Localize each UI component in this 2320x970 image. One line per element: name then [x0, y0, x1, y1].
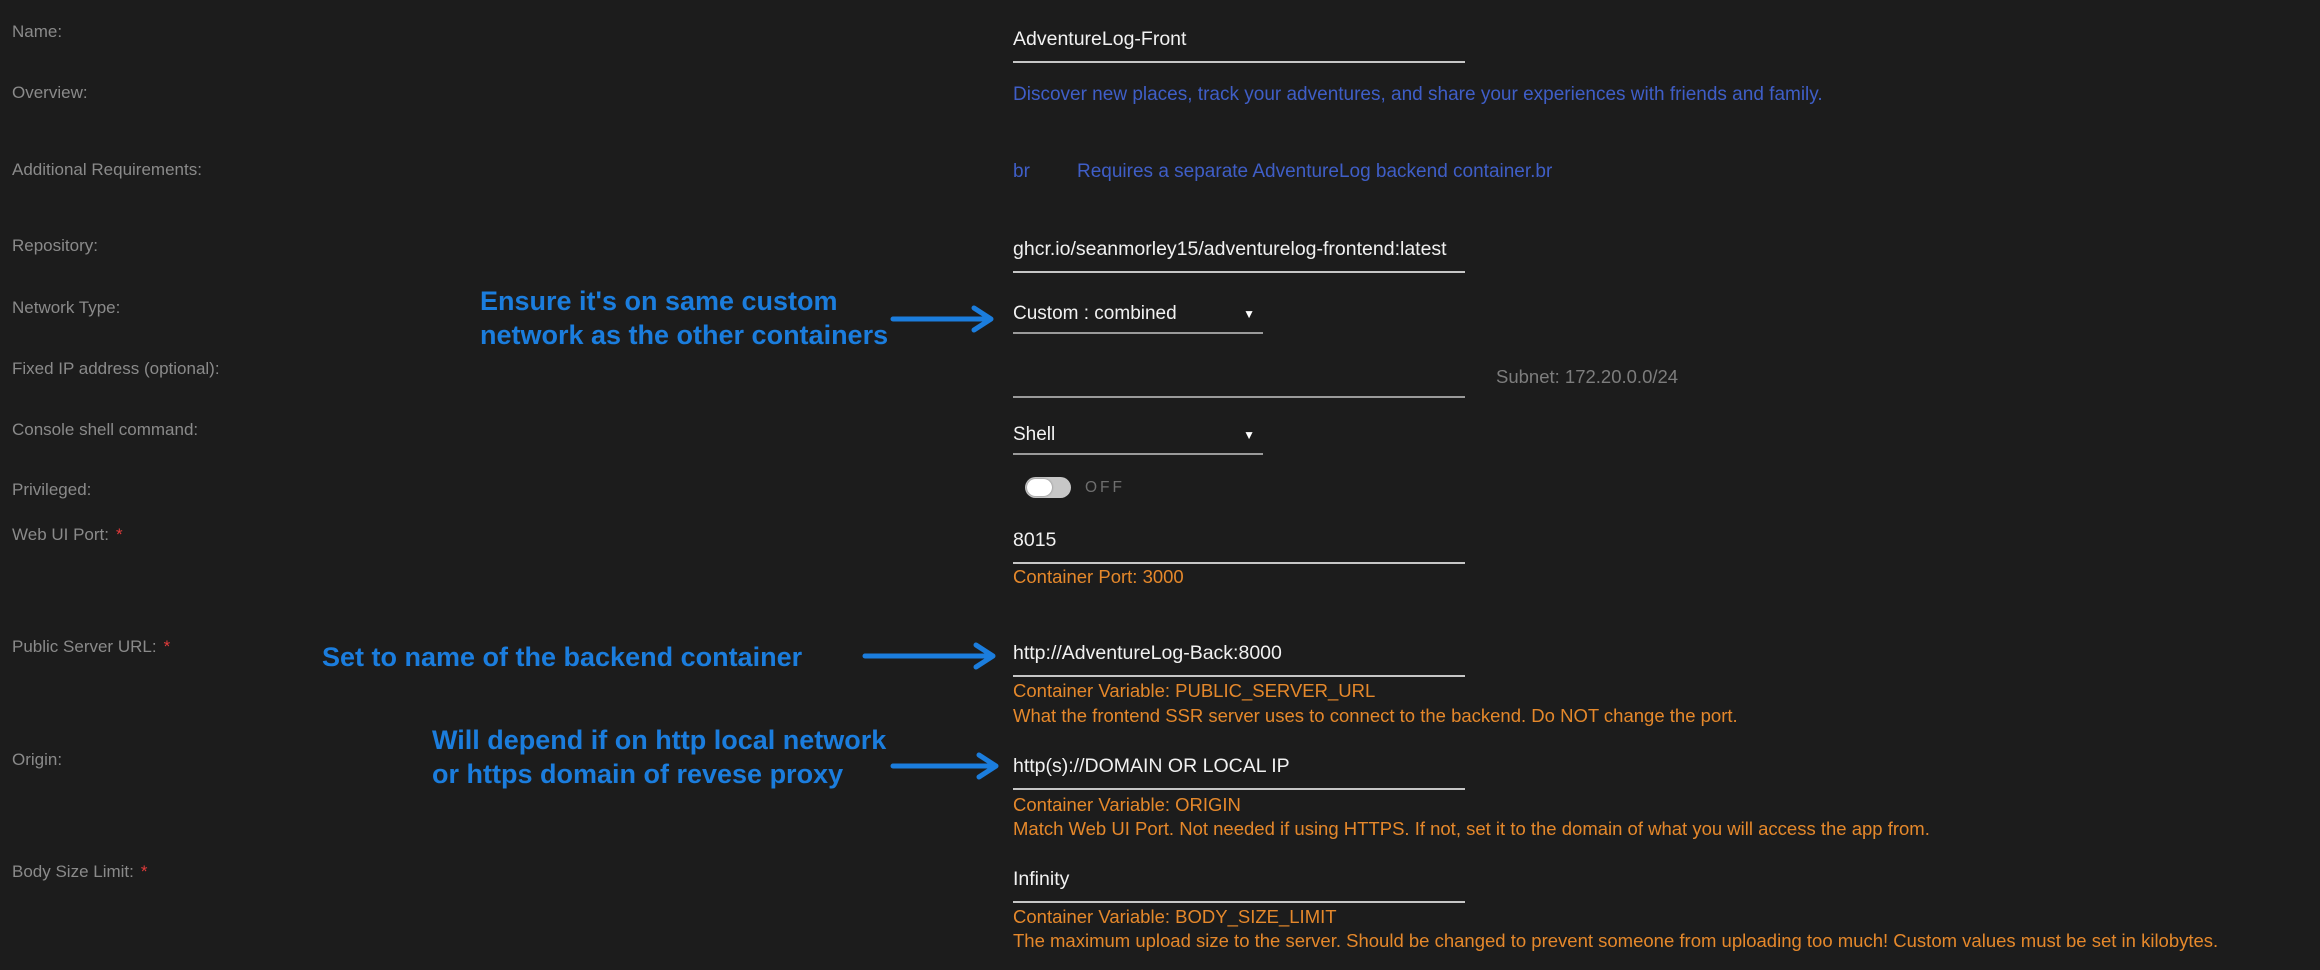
toggle-off-label: OFF — [1085, 479, 1125, 497]
required-asterisk: * — [164, 637, 171, 656]
field-label-privileged: Privileged: — [12, 480, 91, 500]
annotation-network-note: Ensure it's on same custom network as th… — [480, 284, 888, 352]
annotation-public-url-note: Set to name of the backend container — [322, 640, 802, 674]
field-label-fixed-ip: Fixed IP address (optional): — [12, 359, 220, 379]
container-template-form: Name: Overview: Additional Requirements:… — [0, 0, 2320, 970]
webui-port-input[interactable] — [1013, 529, 1465, 564]
additional-requirements-text: Requires a separate AdventureLog backend… — [1077, 161, 1552, 183]
required-asterisk: * — [141, 862, 148, 881]
origin-description: Match Web UI Port. Not needed if using H… — [1013, 818, 1930, 840]
field-label-network-type: Network Type: — [12, 298, 120, 318]
chevron-down-icon: ▼ — [1243, 303, 1263, 321]
public-server-url-description: What the frontend SSR server uses to con… — [1013, 705, 1738, 727]
field-label-additional-requirements: Additional Requirements: — [12, 160, 202, 180]
origin-variable: Container Variable: ORIGIN — [1013, 794, 1241, 816]
additional-requirements-br: br — [1013, 161, 1030, 183]
field-label-repository: Repository: — [12, 236, 98, 256]
container-port-hint: Container Port: 3000 — [1013, 566, 1184, 588]
network-type-select[interactable]: Custom : combined ▼ — [1013, 303, 1263, 334]
field-label-body-size-limit: Body Size Limit:* — [12, 862, 148, 882]
origin-input[interactable] — [1013, 755, 1465, 790]
name-input[interactable] — [1013, 28, 1465, 63]
annotation-origin-note: Will depend if on http local network or … — [432, 723, 886, 791]
field-label-name: Name: — [12, 22, 62, 42]
field-label-console-shell: Console shell command: — [12, 420, 198, 440]
console-shell-select[interactable]: Shell ▼ — [1013, 424, 1263, 455]
field-label-public-server-url: Public Server URL:* — [12, 637, 170, 657]
field-label-origin: Origin: — [12, 750, 62, 770]
arrow-right-icon — [862, 641, 1008, 671]
field-label-webui-port: Web UI Port:* — [12, 525, 123, 545]
body-size-limit-input[interactable] — [1013, 868, 1465, 903]
overview-text: Discover new places, track your adventur… — [1013, 84, 1823, 106]
network-type-value: Custom : combined — [1013, 303, 1177, 325]
chevron-down-icon: ▼ — [1243, 424, 1263, 442]
body-size-limit-variable: Container Variable: BODY_SIZE_LIMIT — [1013, 906, 1337, 928]
privileged-toggle[interactable] — [1025, 477, 1071, 498]
field-label-overview: Overview: — [12, 83, 88, 103]
public-server-url-input[interactable] — [1013, 642, 1465, 677]
toggle-knob — [1027, 479, 1052, 496]
body-size-limit-description: The maximum upload size to the server. S… — [1013, 930, 2218, 952]
fixed-ip-input[interactable] — [1013, 363, 1465, 398]
subnet-text: Subnet: 172.20.0.0/24 — [1496, 366, 1678, 388]
console-shell-value: Shell — [1013, 424, 1055, 446]
public-server-url-variable: Container Variable: PUBLIC_SERVER_URL — [1013, 680, 1375, 702]
arrow-right-icon — [890, 304, 1006, 334]
repository-input[interactable] — [1013, 238, 1465, 273]
required-asterisk: * — [116, 525, 123, 544]
arrow-right-icon — [890, 751, 1011, 781]
